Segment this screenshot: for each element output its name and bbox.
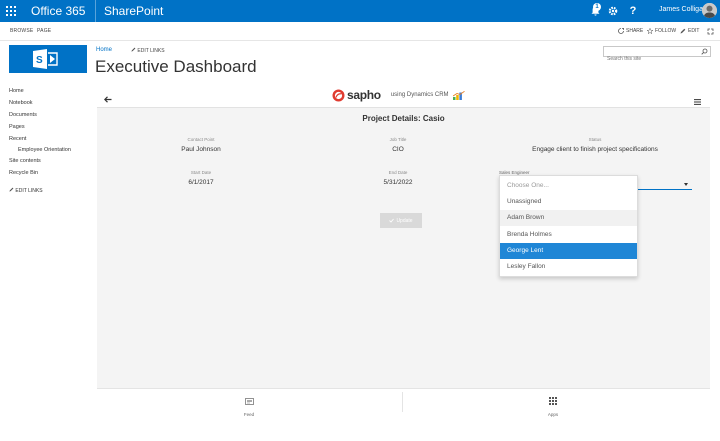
- end-date-value: 5/31/2022: [383, 179, 413, 186]
- start-date-label: Start Date: [190, 170, 212, 175]
- leftnav-item-recycle-bin[interactable]: Recycle Bin: [9, 170, 38, 176]
- leftnav-item-recent[interactable]: Recent: [9, 136, 26, 142]
- leftnav-item-pages[interactable]: Pages: [9, 124, 25, 130]
- hamburger-menu-icon[interactable]: [694, 92, 701, 110]
- settings-gear-icon[interactable]: [602, 0, 624, 22]
- help-icon[interactable]: ?: [622, 0, 644, 22]
- feed-tab[interactable]: Feed: [219, 392, 279, 417]
- notification-badge: 1: [593, 3, 601, 11]
- option-adam-brown[interactable]: Adam Brown: [500, 210, 637, 226]
- contact-point-value: Paul Johnson: [181, 146, 221, 153]
- leftnav-edit-links[interactable]: EDIT LINKS: [9, 187, 43, 194]
- share-label: SHARE: [626, 28, 644, 34]
- bottom-divider: [402, 392, 403, 412]
- using-dynamics-text: using Dynamics CRM: [390, 92, 449, 98]
- topnav-edit-links[interactable]: EDIT LINKS: [131, 47, 165, 54]
- follow-button[interactable]: FOLLOW: [647, 28, 676, 34]
- svg-text:S: S: [36, 55, 43, 66]
- end-date-label: End Date: [388, 170, 408, 175]
- topnav-edit-links-label: EDIT LINKS: [137, 48, 165, 54]
- app-launcher-icon[interactable]: [0, 0, 22, 22]
- back-arrow-icon[interactable]: [103, 90, 112, 108]
- leftnav-item-employee-orientation[interactable]: Employee Orientation: [18, 147, 71, 153]
- user-avatar[interactable]: [702, 3, 717, 18]
- option-brenda-holmes[interactable]: Brenda Holmes: [500, 227, 637, 243]
- search-input[interactable]: [604, 54, 700, 64]
- focus-button[interactable]: [707, 28, 714, 35]
- office365-title[interactable]: Office 365: [31, 4, 85, 18]
- job-title-value: CIO: [392, 146, 404, 153]
- dynamics-crm-icon: [452, 90, 465, 100]
- tab-browse[interactable]: BROWSE: [10, 28, 33, 34]
- app-header: sapho using Dynamics CRM: [97, 84, 710, 108]
- sapho-logo-icon: [332, 89, 345, 101]
- page-title: Executive Dashboard: [95, 57, 257, 76]
- edit-label: EDIT: [688, 28, 700, 34]
- star-icon: [647, 28, 653, 34]
- apps-tab[interactable]: Apps: [523, 392, 583, 417]
- option-unassigned[interactable]: Unassigned: [500, 194, 637, 210]
- contact-point-label: Contact Point: [187, 137, 215, 142]
- leftnav-item-site-contents[interactable]: Site contents: [9, 158, 41, 164]
- share-button[interactable]: SHARE: [618, 28, 643, 34]
- apps-label: Apps: [547, 412, 559, 417]
- option-lesley-fallon[interactable]: Lesley Fallon: [500, 259, 637, 275]
- sales-engineer-options: Choose One... Unassigned Adam Brown Bren…: [499, 175, 638, 277]
- start-date-value: 6/1/2017: [188, 179, 214, 186]
- status-label: Status: [588, 137, 602, 142]
- leftnav-edit-links-label: EDIT LINKS: [15, 188, 43, 194]
- site-search[interactable]: [603, 46, 711, 64]
- option-george-lent[interactable]: George Lent: [500, 243, 637, 259]
- pencil-icon: [131, 47, 136, 52]
- leftnav-item-notebook[interactable]: Notebook: [9, 100, 33, 106]
- update-button-label: Update: [396, 217, 413, 224]
- pencil-icon: [680, 28, 686, 34]
- sharepoint-logo[interactable]: S: [9, 45, 87, 73]
- option-choose-one[interactable]: Choose One...: [500, 178, 637, 194]
- feed-label: Feed: [243, 412, 255, 417]
- checkmark-icon: [389, 218, 395, 223]
- sharepoint-title[interactable]: SharePoint: [95, 0, 171, 22]
- user-name[interactable]: James Colligan: [659, 6, 707, 13]
- leftnav-item-documents[interactable]: Documents: [9, 112, 37, 118]
- project-details-title: Project Details: Casio: [362, 114, 445, 123]
- status-value: Engage client to finish project specific…: [532, 146, 658, 153]
- pencil-icon: [9, 187, 14, 192]
- update-button[interactable]: Update: [380, 213, 422, 228]
- app-bottom-bar: Feed Apps: [97, 388, 710, 417]
- chevron-down-icon[interactable]: [684, 183, 688, 186]
- leftnav-item-home[interactable]: Home: [9, 88, 24, 94]
- follow-label: FOLLOW: [655, 28, 677, 34]
- tab-page[interactable]: PAGE: [37, 28, 51, 34]
- sapho-wordmark: sapho: [347, 88, 381, 102]
- job-title-label: Job Title: [389, 137, 407, 142]
- apps-grid-icon: [549, 397, 557, 405]
- ribbon-bar: BROWSE PAGE SHARE FOLLOW EDIT: [0, 22, 720, 41]
- feed-icon: [244, 398, 254, 405]
- search-icon[interactable]: [701, 48, 708, 55]
- edit-button[interactable]: EDIT: [680, 28, 699, 34]
- suite-bar: Office 365 SharePoint 1 ? James Colligan: [0, 0, 720, 22]
- topnav-home-link[interactable]: Home: [96, 47, 112, 53]
- fullscreen-icon: [707, 28, 714, 35]
- sapho-brand: sapho using Dynamics CRM: [332, 88, 465, 102]
- share-icon: [618, 28, 624, 34]
